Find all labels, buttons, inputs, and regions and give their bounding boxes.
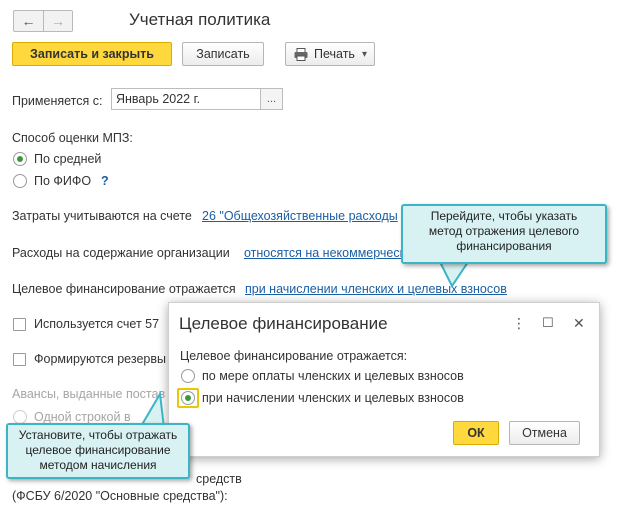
callout-line: методом начисления — [39, 458, 157, 472]
hint-callout-link: Перейдите, чтобы указать метод отражения… — [401, 204, 607, 264]
hint-callout-radio: Установите, чтобы отражать целевое финан… — [6, 423, 190, 479]
callout-line: целевое финансирование — [25, 443, 171, 457]
callout-line: финансирования — [456, 239, 552, 253]
callout-line: Перейдите, чтобы указать — [430, 209, 578, 223]
callout-line: Установите, чтобы отражать — [18, 428, 178, 442]
callout-line: метод отражения целевого — [428, 224, 580, 238]
top-callout-pointer — [438, 261, 470, 288]
